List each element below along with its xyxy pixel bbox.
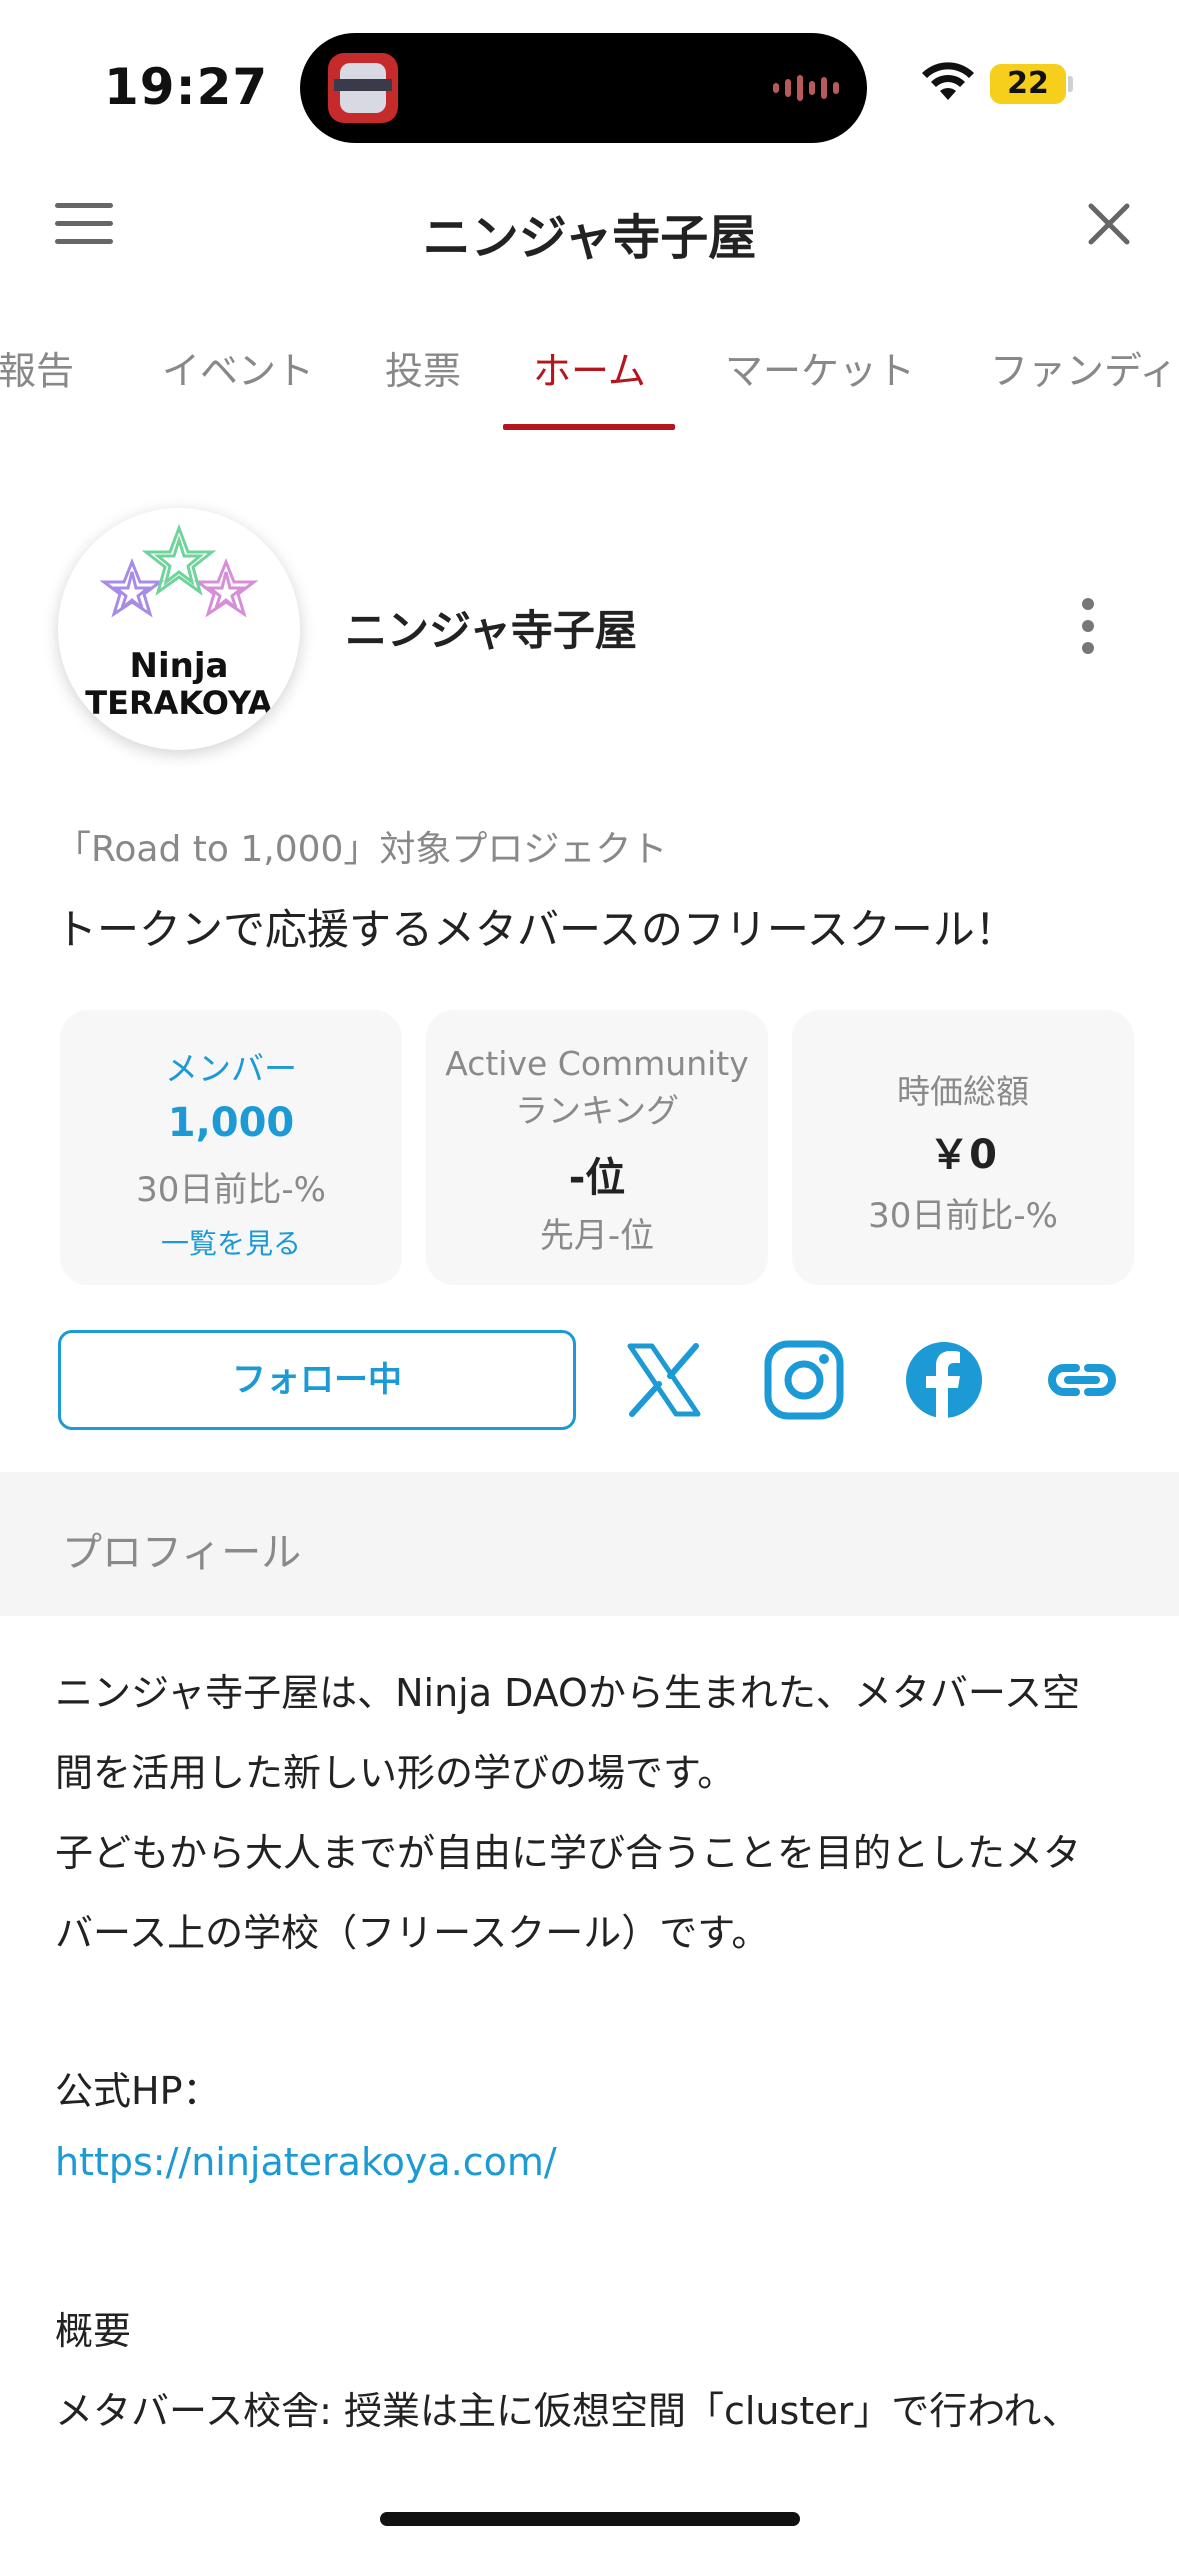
section-title: プロフィール [62, 1530, 302, 1576]
tab-events[interactable]: イベント [162, 340, 314, 395]
ranking-label-line1: Active Community [445, 1044, 749, 1083]
overview-label: 概要 [55, 2309, 132, 2353]
official-hp-link[interactable]: https://ninjaterakoya.com/ [55, 2140, 557, 2184]
body-text-line: 子どもから大人までが自由に学び合うことを目的としたメタ [55, 1831, 1082, 1875]
view-members-link[interactable]: 一覧を見る [60, 1222, 402, 1262]
tab-market[interactable]: マーケット [725, 340, 915, 395]
market-cap-card: 時価総額 ￥0 30日前比-% [792, 1010, 1134, 1285]
project-description: トークンで応援するメタバースのフリースクール！ [55, 905, 1017, 954]
market-cap-label: 時価総額 [897, 1072, 1029, 1111]
project-name: ニンジャ寺子屋 [345, 606, 637, 655]
battery-level: 22 [1007, 66, 1049, 101]
audio-wave-icon [773, 73, 839, 103]
logo-text-line2: TERAKOYA [85, 684, 273, 722]
tab-activity-report[interactable]: 活動報告 [0, 340, 74, 395]
page-title: ニンジャ寺子屋 [422, 210, 757, 266]
ranking-last-month: 先月-位 [539, 1216, 655, 1256]
market-cap-value: ￥0 [929, 1132, 997, 1178]
ranking-value: -位 [568, 1155, 626, 1201]
project-tagline: 「Road to 1,000」対象プロジェクト [55, 829, 668, 870]
official-hp-label: 公式HP： [55, 2069, 221, 2113]
body-text-line: 間を活用した新しい形の学びの場です。 [55, 1751, 736, 1795]
tab-funding[interactable]: ファンディング [990, 340, 1179, 395]
tab-home[interactable]: ホーム [533, 340, 646, 395]
close-icon[interactable] [1085, 200, 1133, 248]
hamburger-menu-icon[interactable] [55, 203, 113, 245]
tab-voting[interactable]: 投票 [385, 340, 461, 395]
more-options-icon[interactable] [1076, 598, 1100, 654]
status-time: 19:27 [104, 58, 269, 116]
follow-button[interactable]: フォロー中 [58, 1330, 576, 1430]
instagram-icon[interactable] [762, 1338, 846, 1422]
market-cap-change: 30日前比-% [868, 1196, 1058, 1236]
ranking-card: Active Community ランキング -位 先月-位 [426, 1010, 768, 1285]
battery-icon: 22 [990, 64, 1066, 104]
body-text-line: ニンジャ寺子屋は、Ninja DAOから生まれた、メタバース空 [55, 1671, 1081, 1715]
logo-text-line1: Ninja [129, 646, 229, 686]
app-screen: 19:27 22 ニンジャ寺子屋 活動報告 イベント 投票 ホーム マーケット … [0, 0, 1179, 2556]
dynamic-island[interactable] [300, 33, 867, 143]
home-indicator[interactable] [380, 2512, 800, 2526]
link-icon[interactable] [1040, 1338, 1124, 1422]
active-tab-indicator [503, 424, 675, 430]
ranking-label-line2: ランキング [514, 1091, 679, 1130]
app-icon[interactable] [328, 53, 398, 123]
members-card: メンバー 1,000 30日前比-% 一覧を見る [60, 1010, 402, 1285]
x-icon[interactable] [622, 1338, 706, 1422]
tab-bar: 活動報告 イベント 投票 ホーム マーケット ファンディング [0, 330, 1179, 430]
members-label: メンバー [165, 1049, 297, 1088]
project-logo: Ninja TERAKOYA [58, 508, 300, 750]
members-value: 1,000 [167, 1100, 295, 1146]
wifi-icon [922, 62, 974, 100]
body-text-line: バース上の学校（フリースクール）です。 [55, 1911, 770, 1955]
shuriken-logo-icon [99, 524, 259, 618]
members-change: 30日前比-% [136, 1170, 326, 1210]
facebook-icon[interactable] [902, 1338, 986, 1422]
overview-text-line: メタバース校舎: 授業は主に仮想空間「cluster」で行われ、 [55, 2389, 1080, 2433]
